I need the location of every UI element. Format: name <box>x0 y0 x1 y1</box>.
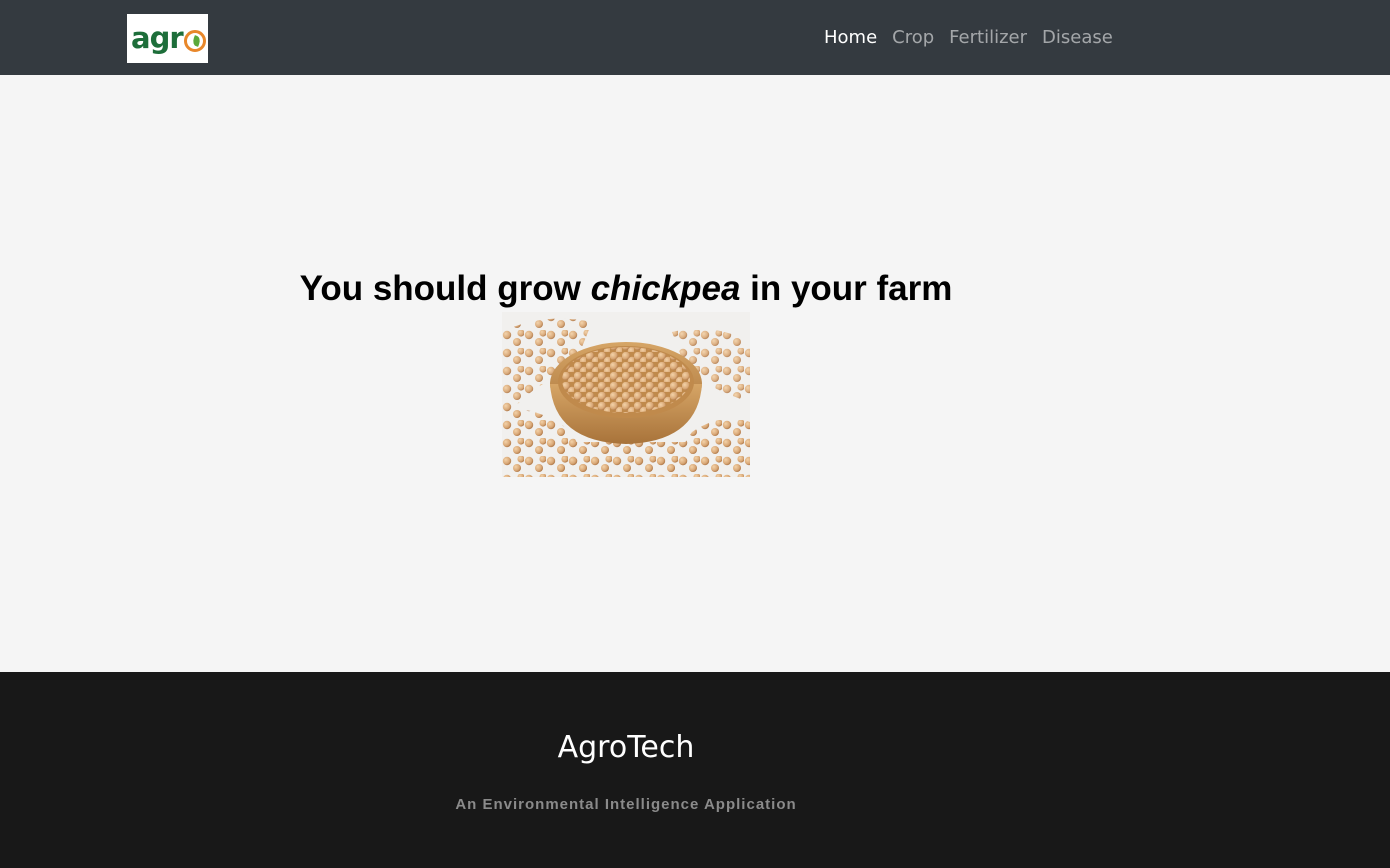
heading-suffix: in your farm <box>740 269 953 308</box>
nav-link-disease[interactable]: Disease <box>1042 26 1113 50</box>
logo-text: agr <box>131 21 184 55</box>
navbar: agr Home Crop Fertilizer Disease <box>0 0 1390 75</box>
result-heading: You should grow chickpea in your farm <box>0 269 1252 309</box>
nav-link-fertilizer[interactable]: Fertilizer <box>949 26 1027 50</box>
main-content: You should grow chickpea in your farm <box>0 75 1390 672</box>
nav-link-home[interactable]: Home <box>824 26 877 50</box>
brand-logo[interactable]: agr <box>127 14 208 63</box>
crop-name: chickpea <box>590 269 741 308</box>
footer-subtitle: An Environmental Intelligence Applicatio… <box>455 796 797 813</box>
crop-image <box>502 312 750 477</box>
nav-menu: Home Crop Fertilizer Disease <box>824 26 1128 50</box>
heading-prefix: You should grow <box>299 269 591 308</box>
footer: AgroTech An Environmental Intelligence A… <box>0 672 1390 868</box>
footer-title: AgroTech <box>557 730 695 765</box>
nav-link-crop[interactable]: Crop <box>892 26 934 50</box>
leaf-icon <box>183 29 206 52</box>
